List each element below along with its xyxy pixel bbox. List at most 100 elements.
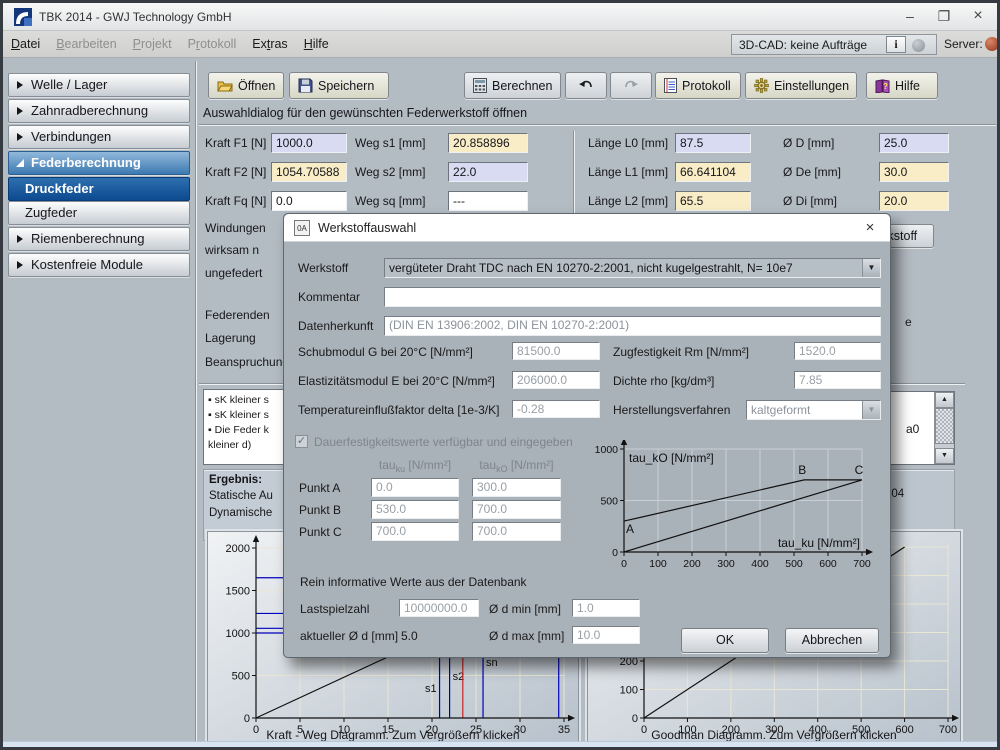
- menu-item-protokoll[interactable]: Protokoll: [180, 31, 245, 56]
- schubmodul-input[interactable]: 81500.0: [512, 342, 600, 360]
- server-label: Server:: [944, 37, 983, 51]
- field-input-kraft-f2-n-[interactable]: 1054.70588: [271, 162, 347, 182]
- sidebar-item-welle-lager[interactable]: Welle / Lager: [8, 73, 190, 97]
- field-input-weg-s1-mm-[interactable]: 20.858896: [448, 133, 528, 153]
- settings-button[interactable]: Einstellungen: [745, 72, 857, 99]
- werkstoff-value: vergüteter Draht TDC nach EN 10270-2:200…: [389, 261, 793, 275]
- field-label: Länge L2 [mm]: [588, 194, 668, 208]
- sidebar-item-zahnradberechnung[interactable]: Zahnradberechnung: [8, 99, 190, 123]
- herstellung-label: Herstellungsverfahren: [613, 403, 730, 417]
- dauerfestigkeit-checkbox[interactable]: ✓: [295, 435, 308, 448]
- werkstoff-combobox[interactable]: vergüteter Draht TDC nach EN 10270-2:200…: [384, 258, 881, 278]
- herstellung-combobox[interactable]: kaltgeformt ▼: [746, 400, 881, 420]
- scroll-down-button[interactable]: ▼: [935, 448, 954, 464]
- field-input-l-nge-l1-mm-[interactable]: 66.641104: [675, 162, 751, 182]
- scroll-up-button[interactable]: ▲: [935, 392, 954, 408]
- dialog-close-icon[interactable]: ×: [858, 217, 882, 239]
- svg-text:100: 100: [620, 685, 638, 697]
- sidebar-item-kostenfreie-module[interactable]: Kostenfreie Module: [8, 253, 190, 277]
- field-input-l-nge-l2-mm-[interactable]: 65.5: [675, 191, 751, 211]
- hidden-label-fragment: e: [905, 315, 912, 329]
- open-button[interactable]: Öffnen: [208, 72, 284, 99]
- lastspielzahl-input[interactable]: 10000000.0: [399, 599, 479, 617]
- menu-item-datei[interactable]: Datei: [3, 31, 48, 56]
- field-label: Ø Di [mm]: [783, 194, 837, 208]
- form-row-label-wirksam-n: wirksam n: [205, 243, 259, 257]
- sidebar-item-federberechnung[interactable]: Federberechnung: [8, 151, 190, 175]
- goodman-caption[interactable]: Goodman Diagramm. Zum Vergrößern klicken: [588, 728, 960, 742]
- close-button[interactable]: ×: [961, 3, 995, 30]
- listbox-item[interactable]: a0: [906, 422, 919, 436]
- dmin-input[interactable]: 1.0: [572, 599, 640, 617]
- field-input-weg-sq-mm-[interactable]: ---: [448, 191, 528, 211]
- calculate-button-label: Berechnen: [492, 79, 552, 93]
- tempfaktor-input[interactable]: -0.28: [512, 400, 600, 418]
- sidebar-item-zugfeder[interactable]: Zugfeder: [8, 201, 190, 225]
- svg-text:600: 600: [819, 558, 837, 570]
- tau-ko-input-c[interactable]: 700.0: [472, 522, 561, 541]
- table-row-label: Punkt B: [299, 503, 341, 517]
- cancel-button[interactable]: Abbrechen: [785, 628, 879, 653]
- sidebar-item-verbindungen[interactable]: Verbindungen: [8, 125, 190, 149]
- tau-ko-input-b[interactable]: 700.0: [472, 500, 561, 519]
- kommentar-input[interactable]: [384, 287, 881, 307]
- tau-ku-input-b[interactable]: 530.0: [371, 500, 459, 519]
- maximize-button[interactable]: ❐: [927, 3, 961, 30]
- chevron-down-icon[interactable]: ▼: [862, 259, 880, 277]
- svg-text:700: 700: [853, 558, 871, 570]
- field-input--d-mm-[interactable]: 25.0: [879, 133, 949, 153]
- svg-text:1000: 1000: [226, 628, 250, 640]
- undo-icon: [578, 79, 594, 92]
- tau-ku-input-c[interactable]: 700.0: [371, 522, 459, 541]
- svg-text:tau_kO [N/mm²]: tau_kO [N/mm²]: [629, 451, 714, 465]
- scrollbar-thumb[interactable]: [935, 408, 954, 444]
- form-row-label-ungefedert: ungefedert: [205, 266, 262, 280]
- info-button[interactable]: i: [886, 36, 906, 53]
- menu-item-bearbeiten[interactable]: Bearbeiten: [48, 31, 124, 56]
- save-button-label: Speichern: [318, 79, 374, 93]
- field-input-weg-s2-mm-[interactable]: 22.0: [448, 162, 528, 182]
- field-input-l-nge-l0-mm-[interactable]: 87.5: [675, 133, 751, 153]
- protocol-button[interactable]: Protokoll: [655, 72, 741, 99]
- kraft-weg-caption[interactable]: Kraft - Weg Diagramm. Zum Vergrößern kli…: [208, 728, 578, 742]
- help-button[interactable]: ? Hilfe: [866, 72, 938, 99]
- zugfestigkeit-input[interactable]: 1520.0: [794, 342, 881, 360]
- emodul-input[interactable]: 206000.0: [512, 371, 600, 389]
- tau-ko-input-a[interactable]: 300.0: [472, 478, 561, 497]
- menu-item-hilfe[interactable]: Hilfe: [296, 31, 337, 56]
- field-input--de-mm-[interactable]: 30.0: [879, 162, 949, 182]
- window-bottom-strip: [3, 741, 997, 747]
- document-icon: [664, 78, 677, 93]
- ok-button[interactable]: OK: [681, 628, 769, 653]
- sidebar-item-riemenberechnung[interactable]: Riemenberechnung: [8, 227, 190, 251]
- dialog-icon: 0A: [294, 220, 310, 236]
- field-label: Kraft F2 [N]: [205, 165, 266, 179]
- undo-button[interactable]: [565, 72, 607, 99]
- dialog-title-bar[interactable]: 0A Werkstoffauswahl ×: [284, 214, 890, 242]
- dauerfestigkeit-checkbox-label: Dauerfestigkeitswerte verfügbar und eing…: [314, 435, 573, 449]
- redo-icon: [623, 79, 639, 92]
- svg-text:0: 0: [621, 558, 627, 570]
- redo-button[interactable]: [610, 72, 652, 99]
- tau-ku-input-a[interactable]: 0.0: [371, 478, 459, 497]
- dmax-input[interactable]: 10.0: [572, 626, 640, 644]
- svg-text:500: 500: [785, 558, 803, 570]
- menu-item-extras[interactable]: Extras: [244, 31, 295, 56]
- chevron-down-icon[interactable]: ▼: [862, 401, 880, 419]
- field-input-kraft-fq-n-[interactable]: 0.0: [271, 191, 347, 211]
- dichte-input[interactable]: 7.85: [794, 371, 881, 389]
- datenherkunft-input[interactable]: (DIN EN 13906:2002, DIN EN 10270-2:2001): [384, 316, 881, 336]
- lastspielzahl-label: Lastspielzahl: [300, 602, 369, 616]
- save-button[interactable]: Speichern: [289, 72, 389, 99]
- sidebar-item-druckfeder[interactable]: Druckfeder: [8, 177, 190, 201]
- svg-text:s1: s1: [425, 683, 437, 695]
- minimize-button[interactable]: –: [893, 3, 927, 30]
- menu-item-projekt[interactable]: Projekt: [125, 31, 180, 56]
- listbox-scrollbar[interactable]: ▲ ▼: [934, 392, 954, 464]
- form-row-label-windungen: Windungen: [205, 221, 266, 235]
- calculate-button[interactable]: Berechnen: [464, 72, 561, 99]
- field-input-kraft-f1-n-[interactable]: 1000.0: [271, 133, 347, 153]
- field-input--di-mm-[interactable]: 20.0: [879, 191, 949, 211]
- svg-text:200: 200: [683, 558, 701, 570]
- sidebar-item-label: Druckfeder: [25, 181, 94, 196]
